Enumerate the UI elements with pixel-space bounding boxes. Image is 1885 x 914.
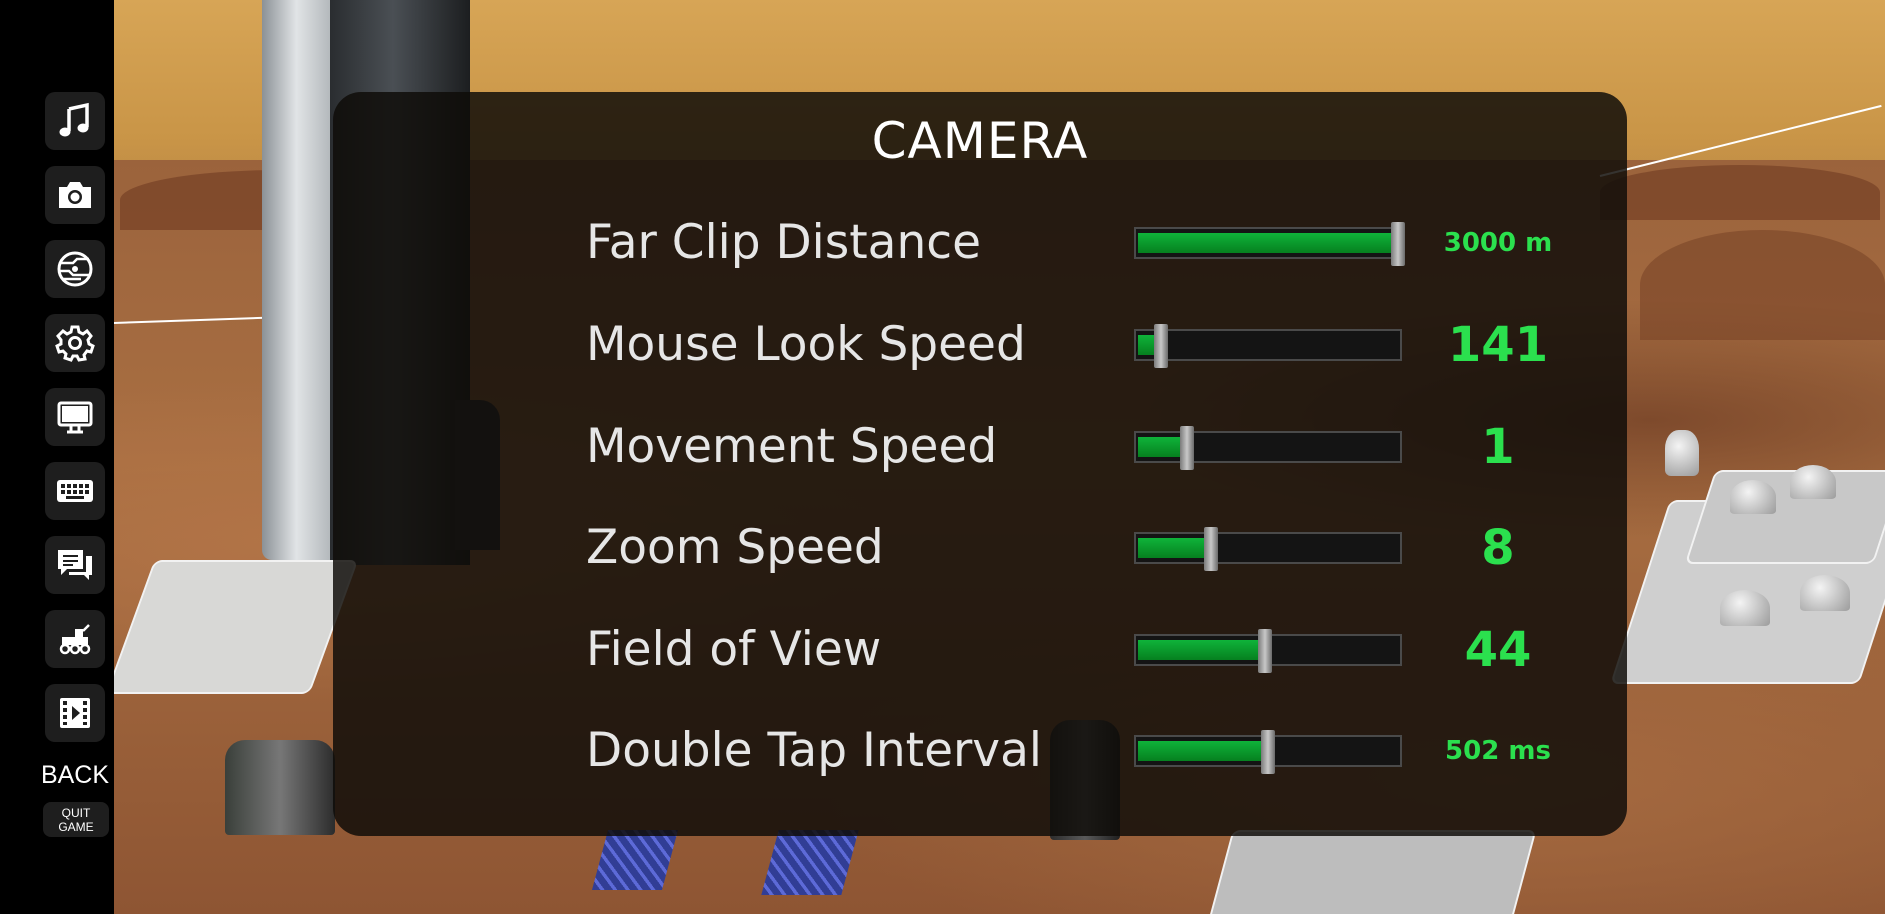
sidebar: BACK QUIT GAME <box>0 0 114 914</box>
music-icon <box>59 102 89 137</box>
settings-button[interactable] <box>45 314 105 372</box>
setting-value: 1 <box>1481 419 1515 475</box>
film-button[interactable] <box>45 684 105 742</box>
rover-button[interactable] <box>45 610 105 668</box>
display-button[interactable] <box>45 388 105 446</box>
setting-row-double-tap-interval: Double Tap Interval 502 ms <box>333 711 1627 791</box>
terrain-ridge <box>1640 230 1885 340</box>
setting-row-movement-speed: Movement Speed 1 <box>333 407 1627 487</box>
terrain-ridge <box>1600 165 1880 220</box>
machinery <box>225 740 335 835</box>
film-icon <box>60 698 90 728</box>
habitat-dome <box>1790 465 1836 499</box>
setting-label: Mouse Look Speed <box>586 317 1026 372</box>
slider-handle[interactable] <box>1391 222 1405 266</box>
slider-fill <box>1138 538 1211 558</box>
field-of-view-slider[interactable] <box>1134 629 1402 673</box>
chat-icon <box>58 550 92 580</box>
slider-handle[interactable] <box>1204 527 1218 571</box>
setting-value: 44 <box>1464 622 1532 678</box>
slider-fill <box>1138 741 1268 761</box>
movement-speed-slider[interactable] <box>1134 426 1402 470</box>
music-button[interactable] <box>45 92 105 150</box>
setting-label: Zoom Speed <box>586 520 884 575</box>
zoom-speed-slider[interactable] <box>1134 527 1402 571</box>
setting-value: 141 <box>1447 317 1549 373</box>
setting-row-field-of-view: Field of View 44 <box>333 610 1627 690</box>
setting-label: Movement Speed <box>586 419 998 474</box>
panel-title: CAMERA <box>871 112 1089 170</box>
rover-icon <box>59 624 91 655</box>
setting-value: 8 <box>1481 520 1515 576</box>
storage-tank <box>1665 430 1699 476</box>
habitat-base <box>1207 830 1537 914</box>
setting-row-zoom-speed: Zoom Speed 8 <box>333 508 1627 588</box>
keyboard-icon <box>57 480 93 502</box>
setting-label: Field of View <box>586 622 882 677</box>
setting-row-far-clip-distance: Far Clip Distance 3000 m <box>333 203 1627 283</box>
keyboard-button[interactable] <box>45 462 105 520</box>
habitat-dome <box>1720 590 1770 626</box>
monitor-icon <box>57 401 93 434</box>
habitat-dome <box>1730 480 1776 514</box>
setting-label: Far Clip Distance <box>586 215 982 270</box>
setting-value: 502 ms <box>1445 736 1551 766</box>
setting-value: 3000 m <box>1443 228 1553 258</box>
camera-settings-panel: CAMERA Far Clip Distance 3000 m Mouse Lo… <box>333 92 1627 836</box>
slider-handle[interactable] <box>1258 629 1272 673</box>
habitat-dome <box>1800 575 1850 611</box>
back-button[interactable]: BACK <box>38 758 112 792</box>
quit-game-button[interactable]: QUIT GAME <box>43 802 109 837</box>
double-tap-interval-slider[interactable] <box>1134 730 1402 774</box>
habitat-base <box>1684 470 1885 564</box>
slider-handle[interactable] <box>1261 730 1275 774</box>
slider-handle[interactable] <box>1180 426 1194 470</box>
camera-button[interactable] <box>45 166 105 224</box>
planet-icon <box>57 251 93 287</box>
far-clip-distance-slider[interactable] <box>1134 222 1405 266</box>
chat-button[interactable] <box>45 536 105 594</box>
setting-row-mouse-look-speed: Mouse Look Speed 141 <box>333 305 1627 385</box>
camera-icon <box>59 182 91 208</box>
slider-handle[interactable] <box>1154 324 1168 368</box>
slider-fill <box>1138 233 1398 253</box>
planet-button[interactable] <box>45 240 105 298</box>
mouse-look-speed-slider[interactable] <box>1134 324 1402 368</box>
setting-label: Double Tap Interval <box>586 723 1042 778</box>
gear-icon <box>55 325 95 362</box>
slider-fill <box>1138 640 1265 660</box>
